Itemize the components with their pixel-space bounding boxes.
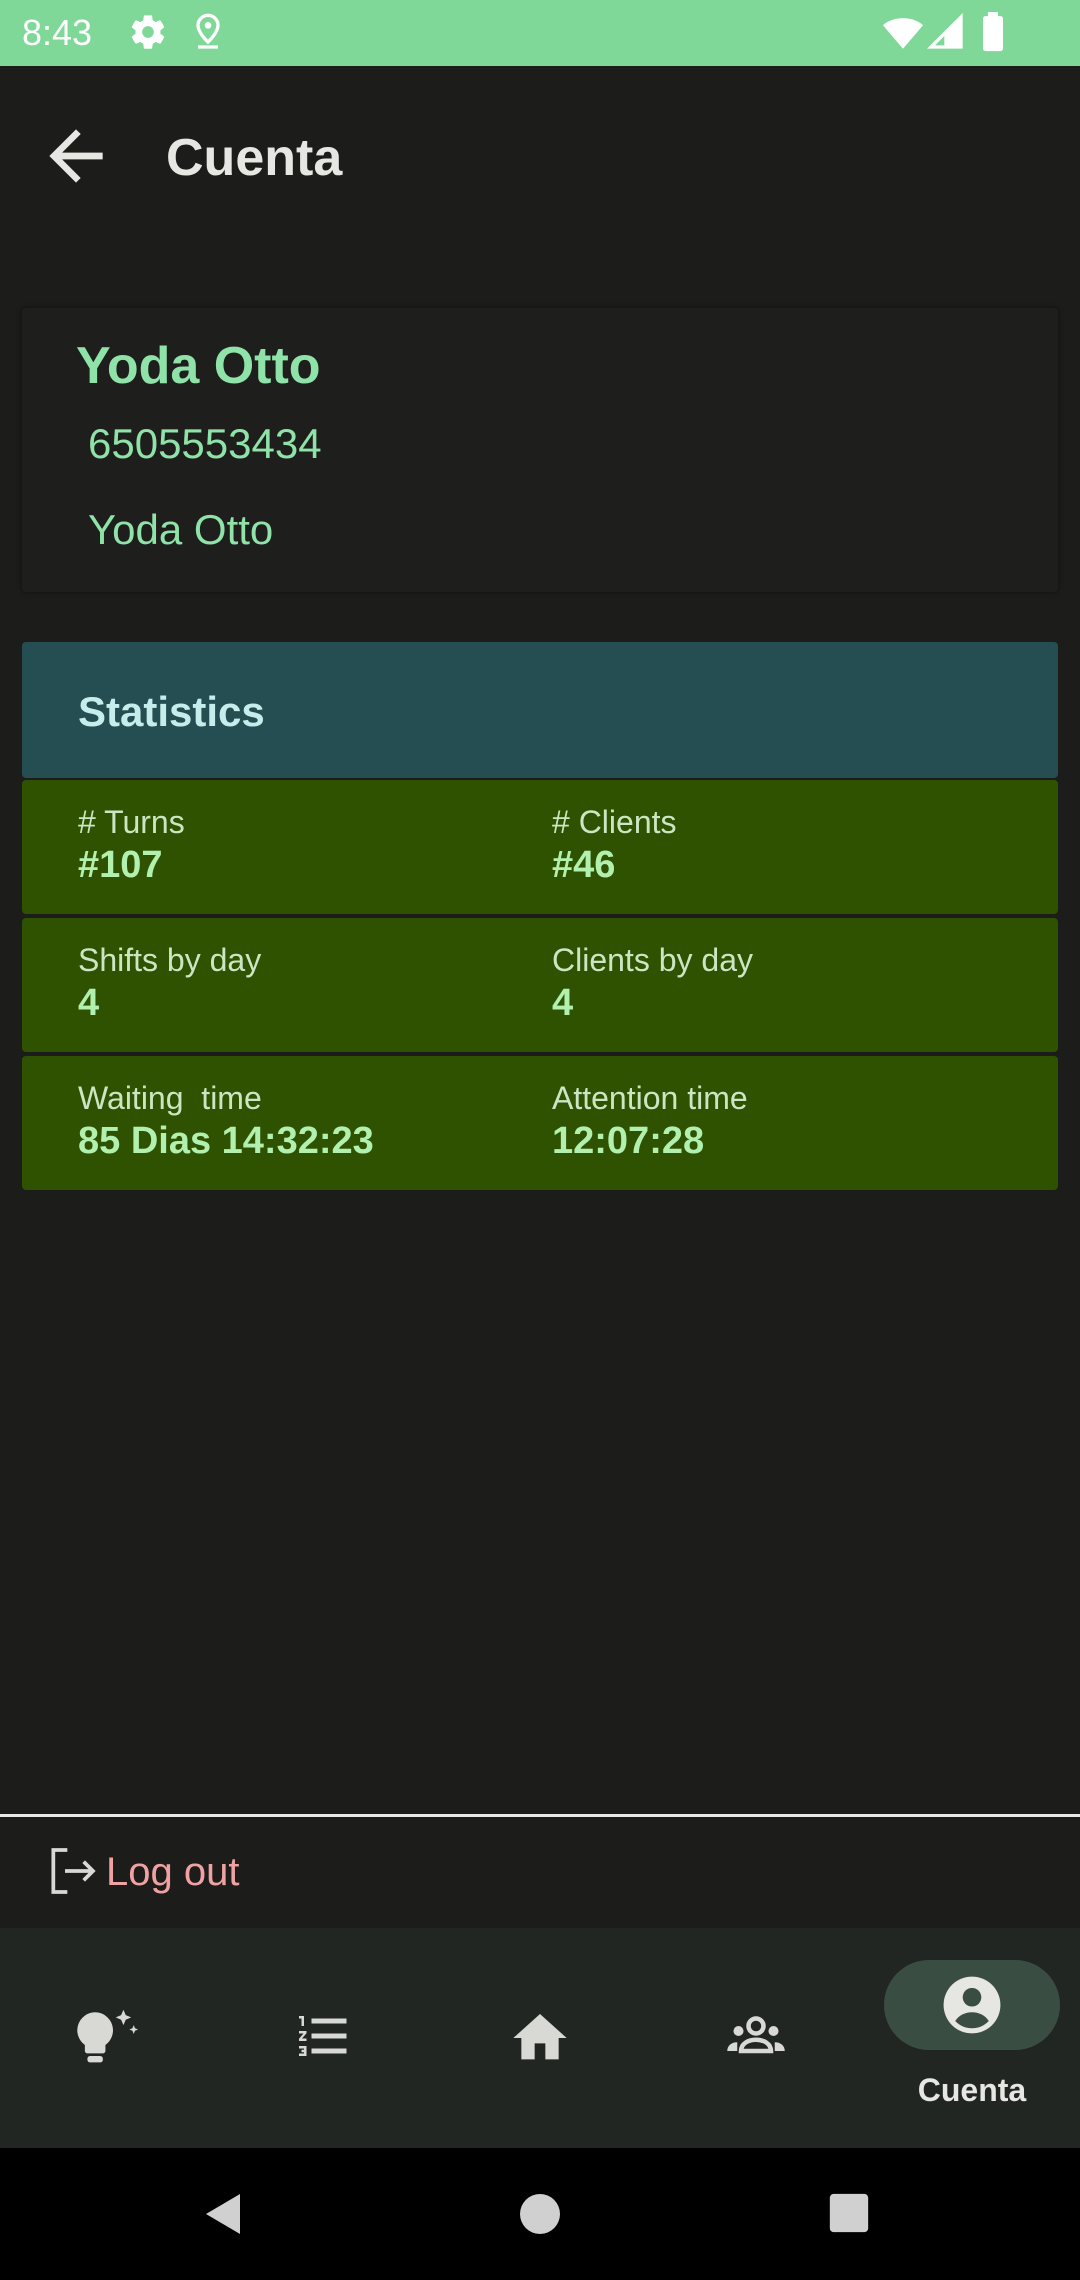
logout-label: Log out [106, 1850, 240, 1894]
system-navigation-bar [0, 2148, 1080, 2280]
profile-name: Yoda Otto [76, 337, 321, 395]
nav-label-account: Cuenta [917, 2072, 1027, 2108]
battery-icon [978, 12, 1008, 57]
status-bar: 8:43 [0, 0, 1080, 66]
stats-row-turns-clients: # Turns #107 # Clients #46 [22, 780, 1058, 914]
stat-clients-by-day: Clients by day 4 [552, 940, 753, 1026]
stats-row-times: Waiting time 85 Dias 14:32:23 Attention … [22, 1056, 1058, 1190]
nav-item-account[interactable]: Cuenta [864, 1928, 1080, 2148]
statistics-header: Statistics [22, 642, 1058, 778]
profile-display-name: Yoda Otto [88, 506, 274, 553]
location-pin-icon [188, 12, 228, 57]
stat-turns: # Turns #107 [78, 802, 185, 888]
logout-button[interactable]: Log out [0, 1817, 1080, 1927]
group-icon [722, 2006, 790, 2071]
stats-row-by-day: Shifts by day 4 Clients by day 4 [22, 918, 1058, 1052]
app-bar: Cuenta [0, 66, 1080, 242]
stat-label: Clients by day [552, 942, 753, 978]
stat-shifts-by-day: Shifts by day 4 [78, 940, 261, 1026]
stat-value: 4 [552, 982, 574, 1024]
gear-icon [128, 12, 168, 57]
stat-label: Waiting time [78, 1080, 262, 1116]
home-circle-icon[interactable] [516, 2190, 564, 2243]
back-triangle-icon[interactable] [200, 2190, 248, 2243]
stat-value: #46 [552, 844, 616, 886]
stat-value: #107 [78, 844, 163, 886]
nav-item-home[interactable] [432, 1928, 648, 2148]
wifi-icon [882, 12, 924, 59]
stat-value: 4 [78, 982, 100, 1024]
numbered-list-icon [294, 2006, 354, 2071]
nav-item-list[interactable] [216, 1928, 432, 2148]
stat-label: Attention time [552, 1080, 748, 1116]
lightbulb-sparkle-icon [72, 2006, 144, 2075]
recents-square-icon[interactable] [826, 2190, 872, 2241]
page-title: Cuenta [166, 129, 343, 187]
stat-value: 12:07:28 [552, 1120, 705, 1162]
nav-item-tips[interactable] [0, 1928, 216, 2148]
status-time: 8:43 [22, 12, 93, 53]
signal-icon [926, 12, 966, 57]
stat-attention-time: Attention time 12:07:28 [552, 1078, 748, 1164]
back-button[interactable] [36, 116, 116, 196]
stat-waiting-time: Waiting time 85 Dias 14:32:23 [78, 1078, 374, 1164]
stat-label: # Clients [552, 804, 677, 840]
account-circle-icon [941, 1974, 1003, 2041]
stat-label: # Turns [78, 804, 185, 840]
statistics-title: Statistics [78, 688, 265, 735]
stat-clients: # Clients #46 [552, 802, 677, 888]
profile-card: Yoda Otto 6505553434 Yoda Otto [22, 308, 1058, 592]
bottom-navigation: Cuenta [0, 1928, 1080, 2148]
nav-item-clients[interactable] [648, 1928, 864, 2148]
stat-value: 85 Dias 14:32:23 [78, 1120, 374, 1162]
profile-phone: 6505553434 [88, 420, 322, 467]
home-icon [508, 2006, 572, 2075]
arrow-left-icon [36, 129, 116, 200]
logout-icon [44, 1843, 100, 1904]
stat-label: Shifts by day [78, 942, 262, 978]
